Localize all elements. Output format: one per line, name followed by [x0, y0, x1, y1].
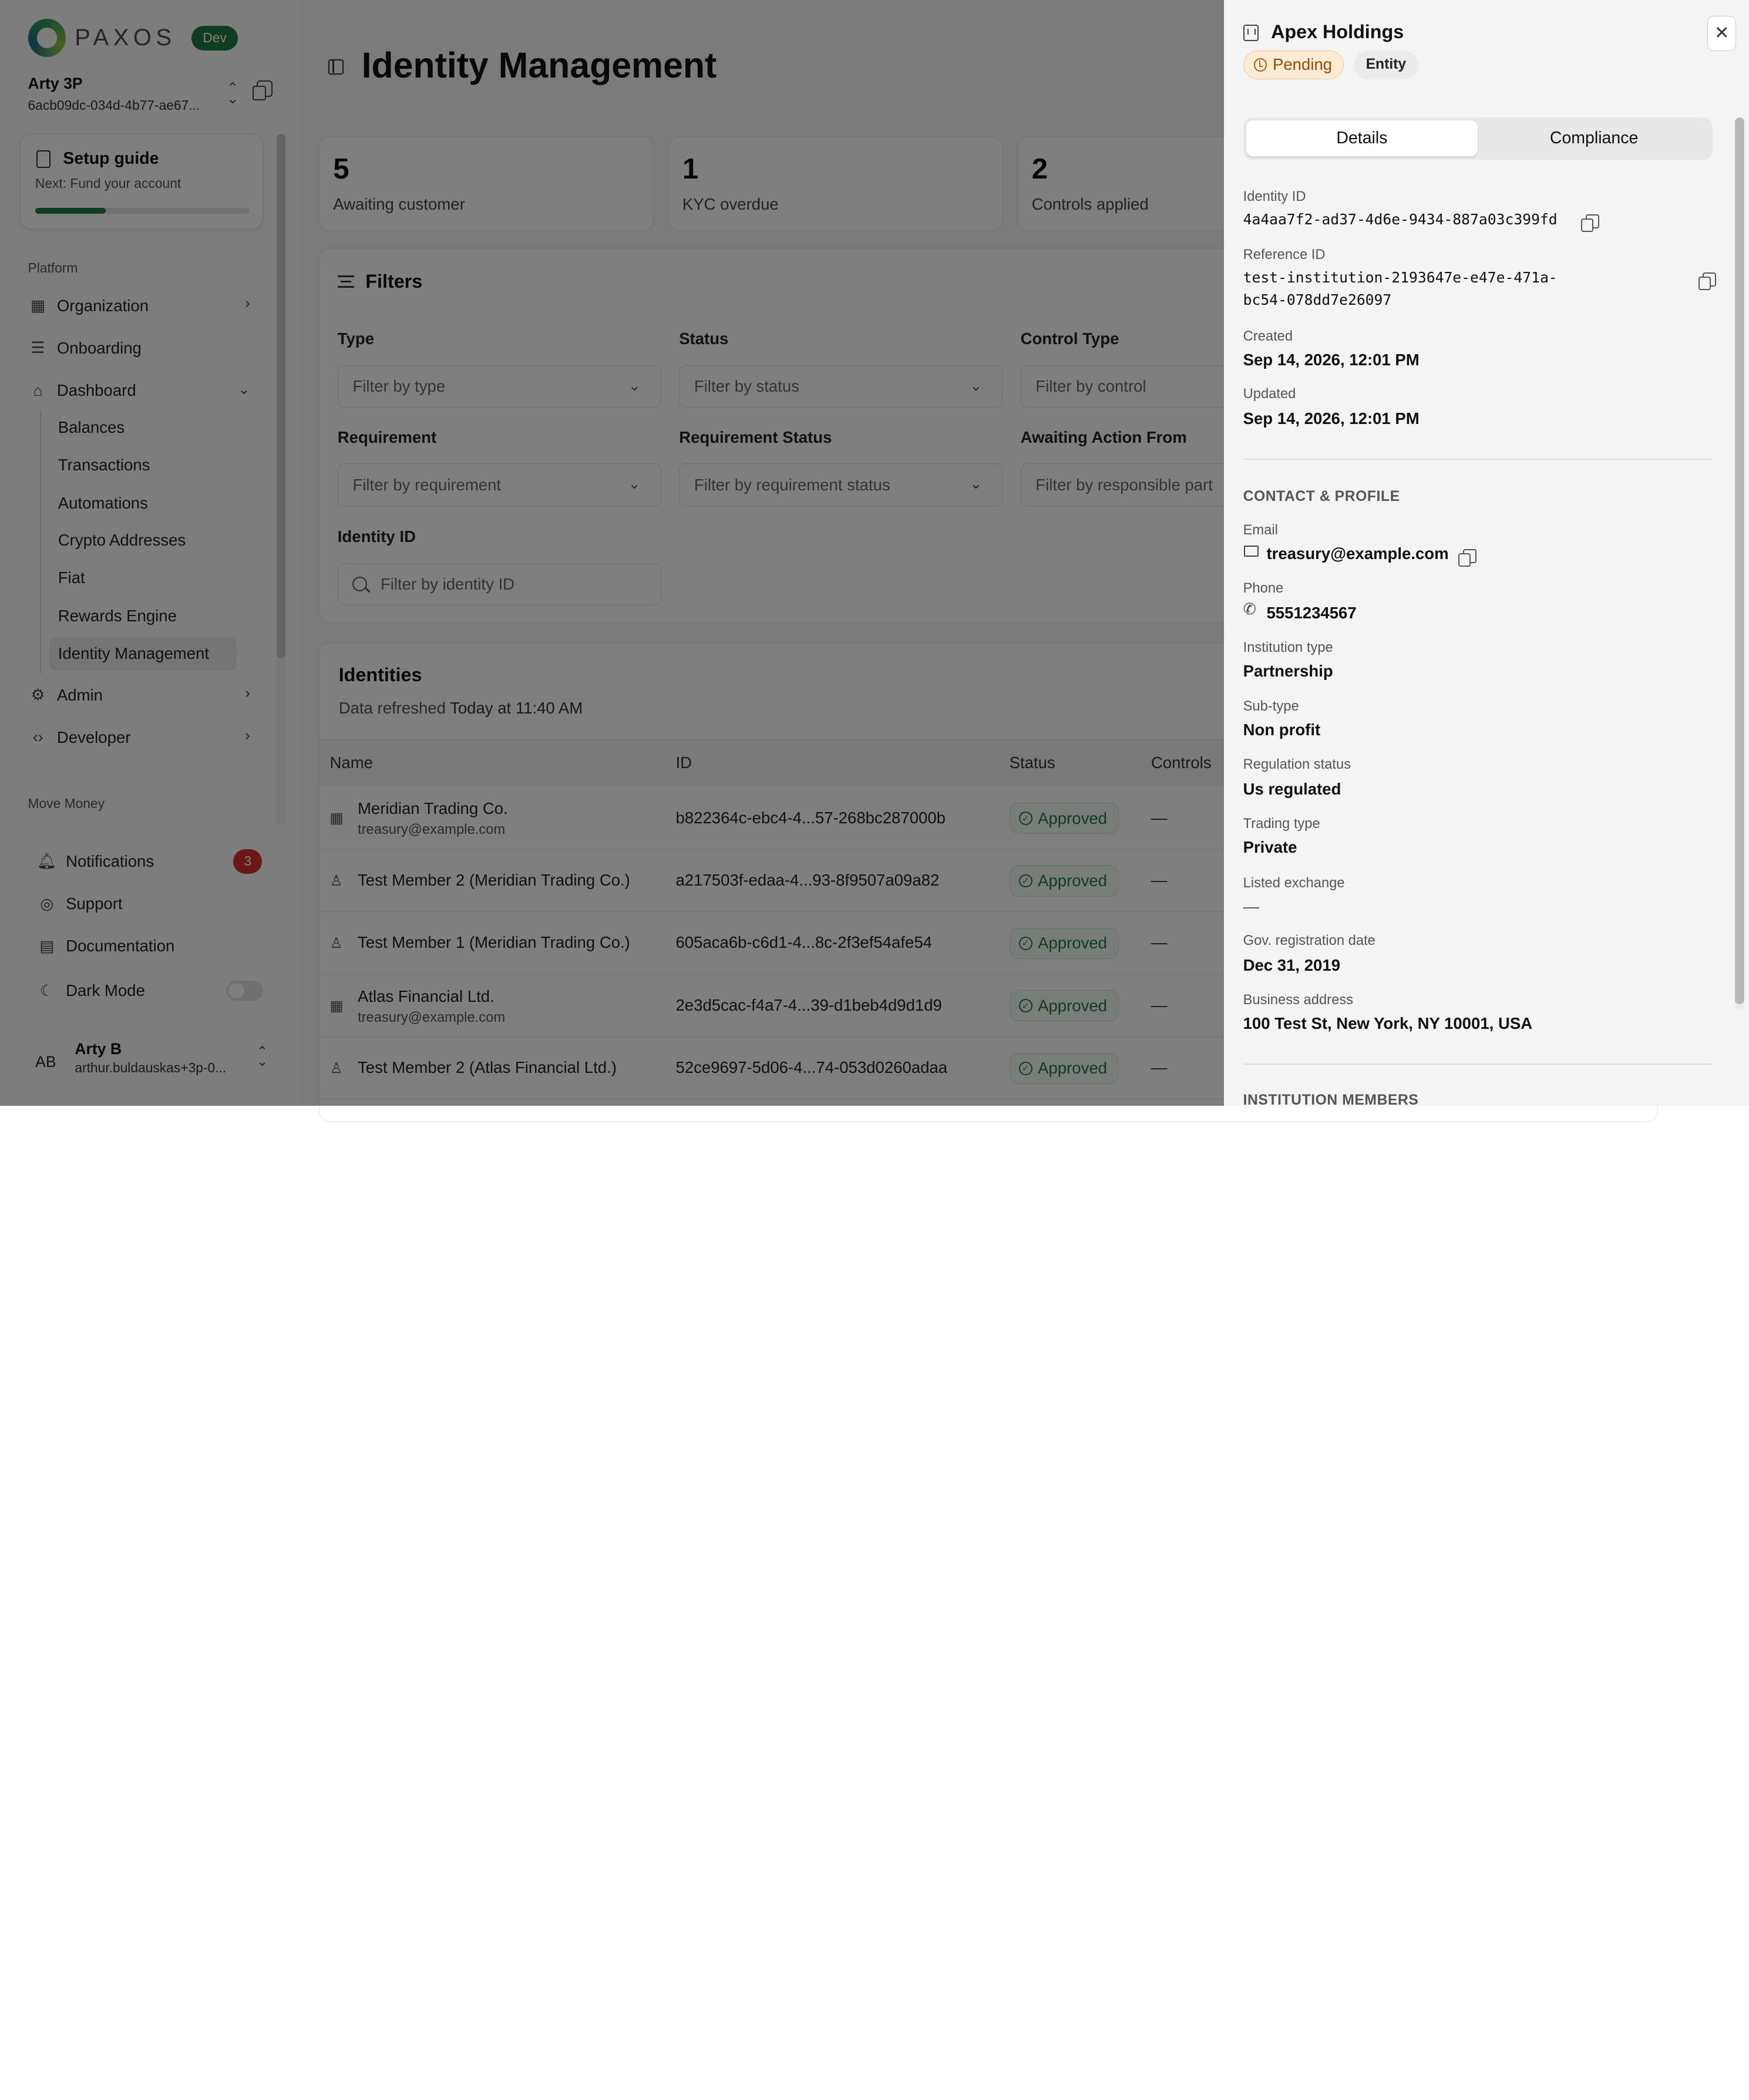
building-icon — [1243, 24, 1259, 42]
drawer-tabs: Details Compliance — [1243, 117, 1713, 160]
close-icon: ✕ — [1714, 23, 1730, 43]
identity-detail-drawer: Apex Holdings ✕ Pending Entity Details C… — [1224, 0, 1749, 1109]
phone-value[interactable]: 5551234567 — [1266, 604, 1356, 622]
listed-exchange-value: — — [1243, 897, 1260, 916]
business-address-label: Business address — [1243, 992, 1354, 1008]
created-label: Created — [1243, 328, 1293, 344]
email-label: Email — [1243, 522, 1278, 539]
app: PAXOS Dev Arty 3P 6acb09dc-034d-4b77-ae6… — [0, 0, 1749, 1123]
members-section-header: INSTITUTION MEMBERS — [1243, 1092, 1419, 1109]
mail-icon — [1244, 546, 1259, 557]
gov-registration-date-value: Dec 31, 2019 — [1243, 956, 1341, 975]
institution-type-value: Partnership — [1243, 661, 1333, 680]
drawer-title: Apex Holdings — [1271, 21, 1404, 43]
clock-icon — [1253, 58, 1267, 72]
tab-details[interactable]: Details — [1246, 120, 1478, 156]
type-badge: Entity — [1353, 50, 1419, 79]
drawer-scrollbar[interactable] — [1735, 117, 1744, 1010]
updated-value: Sep 14, 2026, 12:01 PM — [1243, 409, 1420, 428]
updated-label: Updated — [1243, 386, 1296, 402]
drawer-scrollbar-thumb[interactable] — [1735, 117, 1744, 1004]
phone-icon: ✆ — [1243, 600, 1256, 618]
tab-compliance[interactable]: Compliance — [1478, 120, 1709, 156]
status-badge: Pending — [1243, 50, 1344, 79]
regulation-status-label: Regulation status — [1243, 756, 1351, 773]
divider — [1243, 1063, 1713, 1065]
copy-icon[interactable] — [1698, 272, 1717, 291]
email-value[interactable]: treasury@example.com — [1266, 544, 1448, 563]
gov-registration-date-label: Gov. registration date — [1243, 933, 1375, 949]
listed-exchange-label: Listed exchange — [1243, 874, 1345, 891]
sub-type-value: Non profit — [1243, 721, 1321, 739]
status-badge-text: Pending — [1272, 55, 1333, 74]
created-value: Sep 14, 2026, 12:01 PM — [1243, 350, 1420, 369]
reference-id-label: Reference ID — [1243, 246, 1326, 262]
divider — [1243, 458, 1713, 460]
business-address-value: 100 Test St, New York, NY 10001, USA — [1243, 1014, 1533, 1033]
reference-id-line-2: bc54-078dd7e26097 — [1243, 291, 1392, 309]
phone-label: Phone — [1243, 580, 1284, 596]
copy-icon[interactable] — [1581, 214, 1599, 233]
identity-id-label: Identity ID — [1243, 189, 1306, 205]
copy-icon[interactable] — [1458, 548, 1476, 567]
modal-backdrop[interactable] — [0, 0, 1225, 1106]
contact-section-header: CONTACT & PROFILE — [1243, 489, 1400, 505]
trading-type-value: Private — [1243, 837, 1297, 856]
trading-type-label: Trading type — [1243, 815, 1320, 832]
reference-id-line-1: test-institution-2193647e-e47e-471a- — [1243, 269, 1558, 287]
regulation-status-value: Us regulated — [1243, 780, 1341, 799]
sub-type-label: Sub-type — [1243, 698, 1299, 715]
institution-type-label: Institution type — [1243, 639, 1333, 655]
identity-id-value: 4a4aa7f2-ad37-4d6e-9434-887a03c399fd — [1243, 211, 1558, 228]
close-button[interactable]: ✕ — [1707, 15, 1737, 52]
